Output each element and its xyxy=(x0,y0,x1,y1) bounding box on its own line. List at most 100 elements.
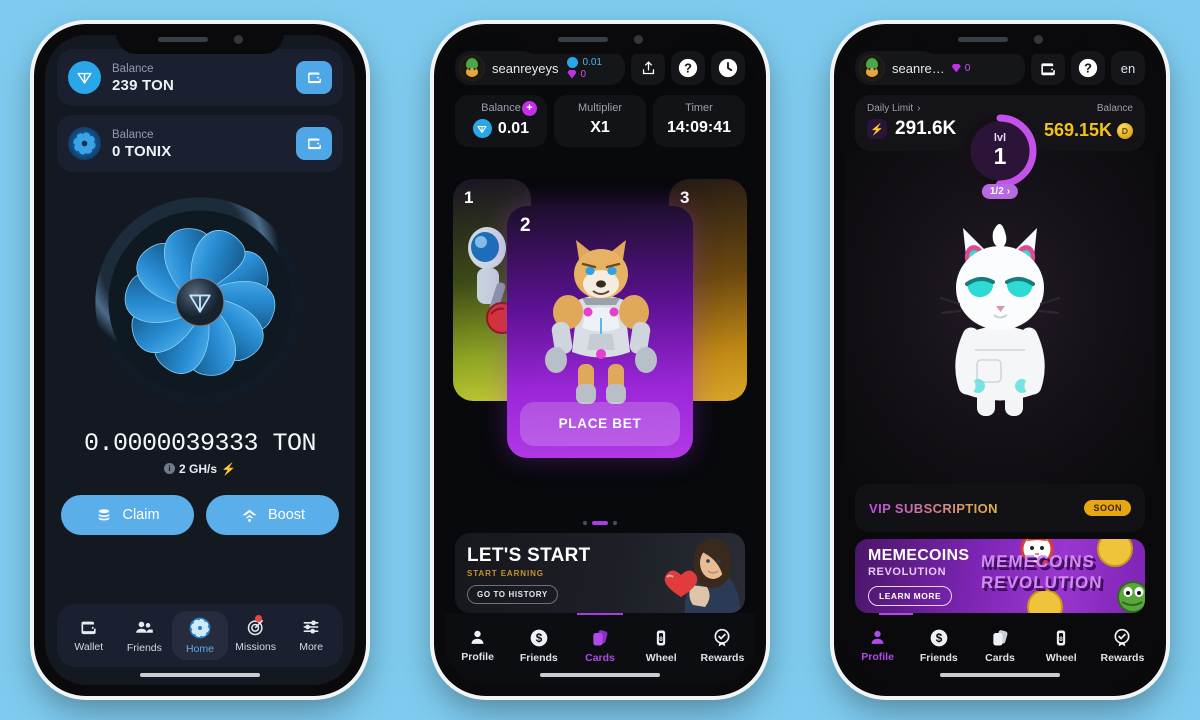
front-camera xyxy=(633,34,643,44)
info-icon[interactable]: i xyxy=(164,463,176,475)
balance-card-ton[interactable]: Balance 239 TON xyxy=(57,49,343,106)
claim-label: Claim xyxy=(122,506,160,523)
help-icon-button[interactable]: ? xyxy=(671,51,705,85)
nav-item-more[interactable]: More xyxy=(283,611,339,660)
turbine-icon xyxy=(91,193,309,411)
nav-item-friends[interactable]: $ Friends xyxy=(508,622,569,669)
card-carousel[interactable]: 1 2 PLACE BET 3 xyxy=(445,147,755,512)
balance-block[interactable]: Balance 569.15K xyxy=(1044,103,1133,141)
card-center[interactable]: 2 PLACE BET xyxy=(507,205,693,458)
username: seanre… xyxy=(892,60,945,76)
level-ring[interactable]: lvl 1 1/2 › xyxy=(961,112,1039,199)
claim-button[interactable]: Claim xyxy=(61,494,194,535)
wallet-icon-button-tonix[interactable] xyxy=(296,126,332,160)
stat-balance[interactable]: Balance + 0.01 xyxy=(455,95,547,147)
carousel-pager[interactable] xyxy=(445,512,755,527)
wallet-icon-button[interactable] xyxy=(1031,51,1065,85)
nav-item-rewards[interactable]: Rewards xyxy=(1092,622,1153,669)
nav-item-wheel[interactable]: 8 Wheel xyxy=(631,622,692,669)
stat-label: Multiplier xyxy=(577,102,622,114)
stat-value: X1 xyxy=(590,119,610,136)
share-icon-button[interactable] xyxy=(631,51,665,85)
speaker-grill xyxy=(557,36,608,42)
balance-text-tonix: Balance 0 TONIX xyxy=(112,125,285,162)
mini-balance-gem: 0 xyxy=(951,63,970,74)
pager-dot[interactable] xyxy=(613,521,617,525)
balance-label: Balance xyxy=(112,63,154,75)
front-camera xyxy=(233,34,243,44)
memecoins-art-line2: REVOLUTION xyxy=(980,573,1104,592)
help-icon: ? xyxy=(1078,58,1098,78)
help-icon-button[interactable]: ? xyxy=(1071,51,1105,85)
svg-text:$: $ xyxy=(936,632,943,645)
gold-coin-icon xyxy=(1117,122,1133,139)
front-camera xyxy=(1033,34,1043,44)
nav-label: Cards xyxy=(985,652,1015,664)
wheel-icon: 8 xyxy=(1057,630,1066,646)
promo-banner[interactable]: LET'S START START EARNING GO TO HISTORY xyxy=(455,533,745,613)
friends-icon xyxy=(136,621,153,633)
nav-item-cards[interactable]: Cards xyxy=(969,622,1030,669)
pager-dot[interactable] xyxy=(583,521,587,525)
nav-item-profile[interactable]: Profile xyxy=(847,622,908,669)
daily-limit-label-row: Daily Limit › xyxy=(867,103,956,114)
help-icon: ? xyxy=(678,58,698,78)
ton-coin-icon xyxy=(68,60,101,94)
nav-item-wallet[interactable]: Wallet xyxy=(61,611,117,660)
nav-label: Wallet xyxy=(74,641,104,653)
phone-1-screen: Balance 239 TON Balance 0 TONIX 0.000003… xyxy=(45,35,355,685)
balance-card-tonix[interactable]: Balance 0 TONIX xyxy=(57,114,343,172)
learn-more-button[interactable]: LEARN MORE xyxy=(868,586,953,606)
hashrate-row[interactable]: i 2 GH/s ⚡ xyxy=(57,462,343,476)
nav-label: Friends xyxy=(126,642,162,654)
reward-check-icon xyxy=(714,628,730,647)
nav-label: Home xyxy=(185,643,214,655)
stat-timer[interactable]: Timer 14:09:41 xyxy=(653,95,745,147)
nav-label: Friends xyxy=(919,652,958,664)
user-chip[interactable]: seanre… 0 xyxy=(855,51,1025,85)
memecoins-subtitle: REVOLUTION xyxy=(868,566,947,578)
user-avatar-icon xyxy=(859,55,885,81)
nav-item-wheel[interactable]: 8 Wheel xyxy=(1031,622,1092,669)
nav-item-friends[interactable]: $ Friends xyxy=(908,622,969,669)
language-selector[interactable]: en xyxy=(1111,51,1145,85)
nav-label: Cards xyxy=(585,652,615,664)
bottom-navigation: Wallet Friends Home Missions More xyxy=(57,604,343,667)
nav-item-profile[interactable]: Profile xyxy=(447,622,508,669)
nav-item-missions[interactable]: Missions xyxy=(228,611,284,660)
nav-item-rewards[interactable]: Rewards xyxy=(692,622,753,669)
vip-subscription-row[interactable]: VIP SUBSCRIPTION SOON xyxy=(855,484,1145,532)
nav-item-home[interactable]: Home xyxy=(172,611,228,660)
level-progress-pill[interactable]: 1/2 › xyxy=(981,184,1019,199)
mini-balance-gem: 0 xyxy=(567,69,601,80)
svg-text:8: 8 xyxy=(1059,636,1063,643)
pager-dot-active[interactable] xyxy=(592,521,608,525)
go-to-history-button[interactable]: GO TO HISTORY xyxy=(467,585,558,604)
memecoins-title: MEMECOINS xyxy=(868,547,970,564)
reward-check-icon xyxy=(1114,628,1130,647)
stat-multiplier[interactable]: Multiplier X1 xyxy=(554,95,646,147)
stat-label: Timer xyxy=(685,102,713,114)
turbine-hero[interactable] xyxy=(57,193,343,411)
nav-item-friends[interactable]: Friends xyxy=(117,611,173,660)
clock-icon-button[interactable] xyxy=(711,51,745,85)
memecoins-art-line1: MEMECOINS xyxy=(980,552,1096,571)
profile-icon xyxy=(871,630,884,644)
user-chip[interactable]: seanreyeys 0.01 0 xyxy=(455,51,625,85)
daily-limit-block[interactable]: Daily Limit › ⚡ 291.6K xyxy=(867,103,956,140)
balance-value: 569.15K xyxy=(1043,120,1112,140)
boost-button[interactable]: Boost xyxy=(206,494,339,535)
place-bet-button[interactable]: PLACE BET xyxy=(520,401,680,446)
man-with-heart-icon xyxy=(633,533,741,613)
character-area[interactable] xyxy=(845,151,1155,484)
daily-limit-label: Daily Limit xyxy=(867,103,914,114)
nav-label: Profile xyxy=(861,651,894,663)
user-avatar-icon xyxy=(459,55,485,81)
home-indicator xyxy=(540,673,660,677)
memecoins-banner[interactable]: MEMECOINS REVOLUTION LEARN MORE MEMECOIN… xyxy=(855,539,1145,613)
share-icon xyxy=(642,60,654,74)
wallet-icon-button-ton[interactable] xyxy=(296,60,332,94)
add-balance-button[interactable]: + xyxy=(522,101,537,116)
nav-item-cards[interactable]: Cards xyxy=(569,622,630,669)
phone-1-frame: Balance 239 TON Balance 0 TONIX 0.000003… xyxy=(34,24,366,696)
